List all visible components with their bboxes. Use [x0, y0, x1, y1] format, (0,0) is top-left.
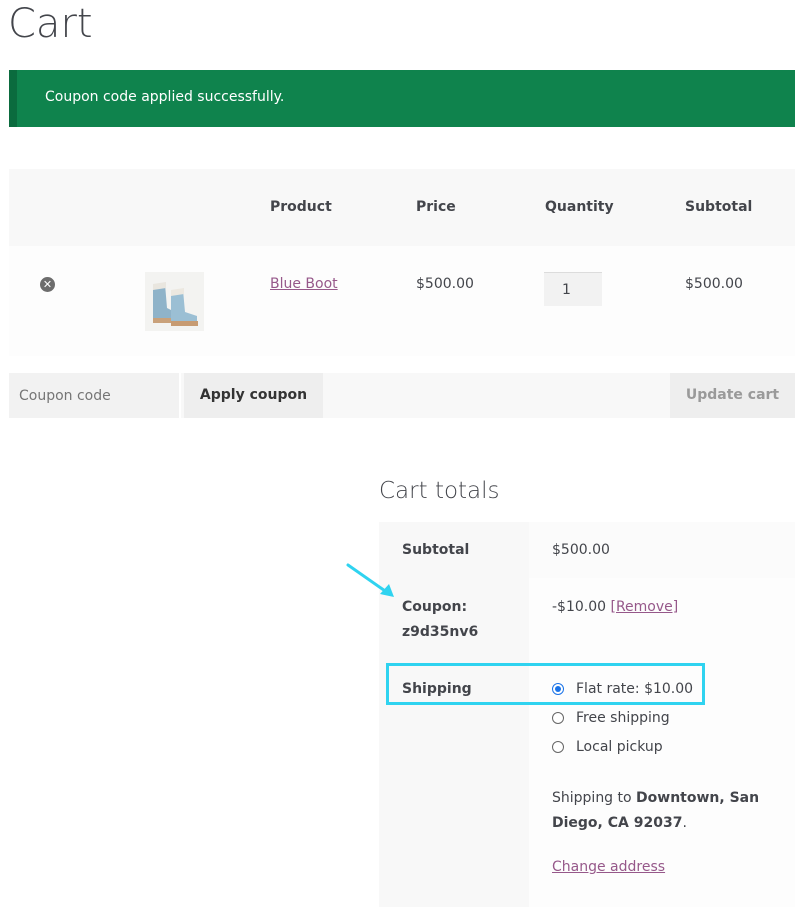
shipping-to-prefix: Shipping to [552, 790, 632, 806]
product-link[interactable]: Blue Boot [270, 276, 338, 292]
update-cart-button[interactable]: Update cart [670, 373, 795, 418]
remove-item-icon[interactable]: ✕ [40, 277, 55, 292]
shipping-suffix: . [682, 815, 687, 831]
notice-message: Coupon code applied successfully. [45, 89, 285, 105]
free-shipping-radio[interactable] [552, 712, 564, 724]
shipping-highlight-box [386, 663, 705, 705]
annotation-arrow-icon [346, 563, 394, 597]
totals-label-column [379, 522, 529, 907]
cart-table-header: Product Price Quantity Subtotal [9, 169, 795, 246]
coupon-label: Coupon: [402, 599, 468, 615]
page-title: Cart [8, 1, 93, 47]
subtotal-value: $500.00 [552, 542, 610, 558]
header-price: Price [416, 199, 456, 215]
subtotal-label: Subtotal [402, 542, 470, 558]
coupon-discount-value: -$10.00 [552, 599, 607, 615]
item-subtotal: $500.00 [685, 276, 743, 292]
shipping-destination: Shipping to Downtown, San Diego, CA 9203… [552, 786, 782, 836]
free-shipping-label[interactable]: Free shipping [576, 710, 670, 726]
boot-thumbnail-icon[interactable] [145, 272, 204, 331]
header-quantity: Quantity [545, 199, 614, 215]
item-price: $500.00 [416, 276, 474, 292]
totals-coupon-row [529, 578, 795, 658]
remove-coupon-link[interactable]: [Remove] [611, 599, 679, 615]
coupon-discount: -$10.00 [Remove] [552, 599, 678, 615]
local-pickup-radio[interactable] [552, 741, 564, 753]
header-product: Product [270, 199, 332, 215]
coupon-code-input[interactable] [9, 373, 181, 418]
cart-totals-title: Cart totals [379, 478, 500, 504]
quantity-input[interactable] [544, 272, 602, 306]
change-address-link[interactable]: Change address [552, 859, 665, 875]
coupon-code: z9d35nv6 [402, 624, 479, 640]
header-subtotal: Subtotal [685, 199, 753, 215]
table-row [9, 246, 795, 356]
local-pickup-label[interactable]: Local pickup [576, 739, 663, 755]
success-notice: Coupon code applied successfully. [9, 70, 795, 127]
apply-coupon-button[interactable]: Apply coupon [184, 373, 323, 418]
